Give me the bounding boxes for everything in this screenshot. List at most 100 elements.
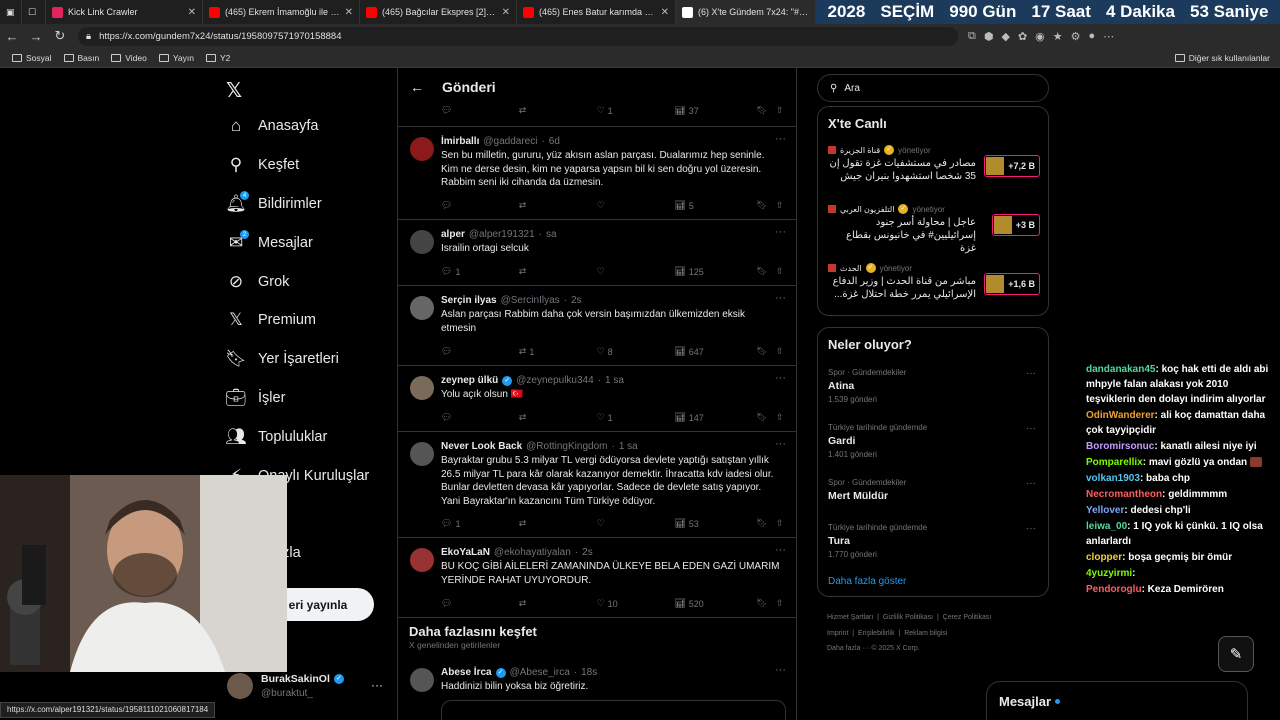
tweet[interactable]: Abese İrca ✓ @Abese_irca · 18s ··· Haddini… — [398, 658, 796, 720]
live-item[interactable]: التلفزيون العربي ✓ yönetiyor عاجل | محاولة … — [828, 204, 1040, 254]
nav-item-5[interactable]: 𝕏 Premium — [226, 310, 316, 330]
like-icon[interactable]: ♡ 8 — [597, 346, 675, 357]
trend-item[interactable]: Türkiye tarihinde gündemde Tura 1.770 gönd… — [828, 523, 1040, 559]
tweet[interactable]: zeynep ülkü ✓ @zeynepulku344 · 1 sa ··· Yolu a… — [398, 366, 796, 432]
like-icon[interactable]: ♡ 1 — [597, 105, 675, 116]
account-menu-icon[interactable]: ··· — [371, 678, 383, 692]
like-icon[interactable]: ♡ — [597, 200, 675, 211]
more-icon[interactable]: ··· — [775, 226, 786, 238]
more-icon[interactable]: ··· — [1026, 423, 1036, 434]
nav-item-3[interactable]: ✉ 2 Mesajlar — [226, 230, 313, 253]
more-icon[interactable]: ··· — [775, 292, 786, 304]
share-icon[interactable]: ⇧ — [776, 412, 786, 423]
bookmark-sosyal[interactable]: Sosyal — [12, 53, 52, 63]
nav-item-2[interactable]: 🔔︎ 4 Bildirimler — [225, 191, 322, 214]
avatar[interactable] — [410, 230, 434, 254]
workspaces-icon[interactable]: ▣ — [0, 0, 22, 24]
extension-icon[interactable]: ⧉ — [968, 30, 976, 43]
reply-icon[interactable]: 💬︎ — [441, 346, 519, 357]
close-icon[interactable]: ✕ — [188, 7, 196, 18]
retweet-icon[interactable]: ⇄ — [519, 412, 597, 423]
more-icon[interactable]: ··· — [775, 544, 786, 556]
bookmark-video[interactable]: Video — [111, 53, 147, 63]
avatar[interactable] — [227, 673, 253, 699]
retweet-icon[interactable]: ⇄ — [519, 266, 597, 277]
views-icon[interactable]: 📊︎ 520 — [674, 598, 756, 609]
share-icon[interactable]: ⇧ — [776, 200, 786, 211]
nav-item-0[interactable]: ⌂ Anasayfa — [226, 116, 319, 136]
reply-icon[interactable]: 💬︎ — [441, 105, 519, 116]
retweet-icon[interactable]: ⇄ 1 — [519, 346, 597, 357]
more-icon[interactable]: ··· — [775, 372, 786, 384]
nav-item-1[interactable]: ⚲ Keşfet — [226, 155, 299, 175]
reply-icon[interactable]: 💬︎ — [441, 412, 519, 423]
tweet[interactable]: İmirballı @gaddareci · 6d ··· Sen bu milletin… — [398, 127, 796, 220]
tab-4[interactable]: (6) X'te Gündem 7x24: "#SON — [676, 0, 816, 24]
profile-icon[interactable]: ● — [1089, 30, 1096, 43]
back-icon[interactable]: ← — [0, 29, 24, 44]
bookmark-icon[interactable]: 🔖︎ — [756, 105, 776, 116]
more-icon[interactable]: ··· — [775, 438, 786, 450]
extension-icon[interactable]: ★ — [1053, 30, 1063, 43]
tweet[interactable]: alper @alper191321 · sa ··· Israilin ortagi s… — [398, 220, 796, 286]
bookmark-icon[interactable]: 🔖︎ — [756, 412, 776, 423]
more-icon[interactable]: ··· — [775, 133, 786, 145]
reply-icon[interactable]: 💬︎ — [441, 200, 519, 211]
views-icon[interactable]: 📊︎ 53 — [674, 518, 756, 529]
share-icon[interactable]: ⇧ — [776, 518, 786, 529]
avatar[interactable] — [410, 137, 434, 161]
views-icon[interactable]: 📊︎ 147 — [674, 412, 756, 423]
like-icon[interactable]: ♡ 1 — [597, 412, 675, 423]
close-icon[interactable]: ✕ — [661, 7, 669, 18]
bookmark-icon[interactable]: 🔖︎ — [756, 266, 776, 277]
tab-3[interactable]: (465) Enes Batur karımda karım ✕ — [517, 0, 676, 24]
x-logo-icon[interactable]: 𝕏 — [226, 78, 242, 103]
bookmark-y2[interactable]: Y2 — [205, 53, 230, 63]
live-listeners-badge[interactable]: +7,2 B — [984, 155, 1040, 177]
trend-item[interactable]: Türkiye tarihinde gündemde Gardi 1.401 gön… — [828, 423, 1040, 459]
close-icon[interactable]: ✕ — [502, 7, 510, 18]
views-icon[interactable]: 📊︎ 5 — [674, 200, 756, 211]
retweet-icon[interactable]: ⇄ — [519, 200, 597, 211]
reply-icon[interactable]: 💬︎ 1 — [441, 266, 519, 277]
reply-icon[interactable]: 💬︎ 1 — [441, 518, 519, 529]
extension-icon[interactable]: ✿ — [1018, 30, 1027, 43]
nav-item-4[interactable]: ⊘ Grok — [226, 272, 290, 292]
share-icon[interactable]: ⇧ — [776, 266, 786, 277]
quoted-tweet[interactable] — [441, 700, 786, 720]
like-icon[interactable]: ♡ 10 — [597, 598, 675, 609]
tweet[interactable]: EkoYaLaN @ekohayatiyalan · 2s ··· BU KOÇ GİBİ… — [398, 538, 796, 618]
live-listeners-badge[interactable]: +1,6 B — [984, 273, 1040, 295]
reply-icon[interactable]: 💬︎ — [441, 598, 519, 609]
menu-icon[interactable]: ⋯ — [1103, 30, 1114, 43]
avatar[interactable] — [410, 668, 434, 692]
bookmark-basin[interactable]: Basın — [63, 53, 99, 63]
search-input[interactable]: ⚲ Ara — [817, 74, 1049, 102]
retweet-icon[interactable]: ⇄ — [519, 518, 597, 529]
avatar[interactable] — [410, 442, 434, 466]
live-item[interactable]: قناة الجزيرة ✓ yönetiyor مصادر في مستشفيات … — [828, 145, 1040, 195]
forward-icon[interactable]: → — [24, 29, 48, 44]
retweet-icon[interactable]: ⇄ — [519, 598, 597, 609]
more-icon[interactable]: ··· — [775, 664, 786, 676]
more-icon[interactable]: ··· — [1026, 478, 1036, 489]
bookmark-icon[interactable]: 🔖︎ — [756, 200, 776, 211]
tab-2[interactable]: (465) Bağcılar Ekspres [2] çizgi film✕ — [360, 0, 517, 24]
live-listeners-badge[interactable]: +3 B — [991, 214, 1040, 236]
tweet[interactable]: Never Look Back @RottingKingdom · 1 sa ··· Ba… — [398, 432, 796, 538]
share-icon[interactable]: ⇧ — [776, 598, 786, 609]
nav-item-7[interactable]: 💼︎ İşler — [225, 388, 285, 408]
avatar[interactable] — [410, 376, 434, 400]
trend-item[interactable]: Spor · Gündemdekiler Mert Müldür ··· — [828, 478, 1040, 502]
show-more-link[interactable]: Daha fazla göster — [828, 576, 906, 587]
share-icon[interactable]: ⇧ — [776, 346, 786, 357]
compose-icon[interactable]: ✎ — [1218, 636, 1254, 672]
trend-item[interactable]: Spor · Gündemdekiler Atina 1.539 gönderi ··… — [828, 368, 1040, 404]
close-icon[interactable]: ✕ — [345, 7, 353, 18]
bookmark-icon[interactable]: 🔖︎ — [756, 598, 776, 609]
back-arrow-icon[interactable]: ← — [410, 79, 424, 95]
tab-0[interactable]: Kick Link Crawler ✕ — [46, 0, 203, 24]
like-icon[interactable]: ♡ — [597, 518, 675, 529]
extension-icon[interactable]: ◉ — [1035, 30, 1045, 43]
views-icon[interactable]: 📊︎ 647 — [674, 346, 756, 357]
